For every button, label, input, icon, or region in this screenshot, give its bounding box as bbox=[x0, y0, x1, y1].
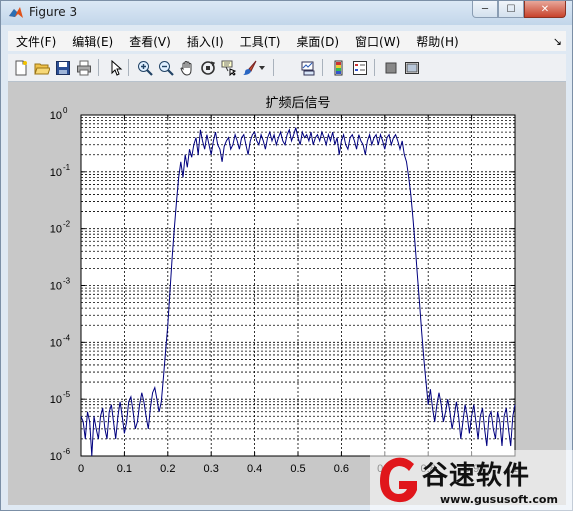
chart-svg: 00.10.20.30.40.50.60.70.80.9110-610-510-… bbox=[50, 96, 518, 475]
x-tick-label: 0.3 bbox=[204, 463, 219, 475]
y-tick-label-exponent: -4 bbox=[63, 333, 71, 342]
figure-canvas: 00.10.20.30.40.50.60.70.80.9110-610-510-… bbox=[8, 82, 566, 505]
toolbar-separator bbox=[374, 59, 375, 76]
x-tick-label: 0.1 bbox=[117, 463, 132, 475]
pan-hand-icon[interactable] bbox=[177, 58, 196, 77]
y-tick-label-exponent: -6 bbox=[63, 447, 71, 456]
menu-file[interactable]: 文件(F) bbox=[8, 33, 64, 50]
y-tick-label-base: 10 bbox=[50, 110, 62, 122]
menu-bar: 文件(F) 编辑(E) 查看(V) 插入(I) 工具(T) 桌面(D) 窗口(W… bbox=[8, 31, 566, 51]
menu-edit[interactable]: 编辑(E) bbox=[64, 33, 121, 50]
menu-overflow-icon[interactable]: ↘ bbox=[553, 35, 562, 48]
print-icon[interactable] bbox=[74, 58, 93, 77]
data-cursor-icon[interactable] bbox=[219, 58, 238, 77]
toolbar-separator bbox=[273, 59, 274, 76]
window-title: Figure 3 bbox=[29, 5, 78, 19]
y-tick-label-exponent: -1 bbox=[63, 163, 71, 172]
watermark-url: www.gususoft.com bbox=[440, 493, 558, 506]
menu-insert[interactable]: 插入(I) bbox=[179, 33, 232, 50]
pointer-icon[interactable] bbox=[105, 58, 124, 77]
watermark-logo-icon bbox=[380, 457, 417, 503]
minimize-button[interactable]: ─ bbox=[472, 1, 498, 18]
hide-plot-tools-icon[interactable] bbox=[381, 58, 400, 77]
toolbar-separator bbox=[322, 59, 323, 76]
zoom-in-icon[interactable] bbox=[135, 58, 154, 77]
maximize-button[interactable]: ☐ bbox=[498, 1, 524, 18]
x-tick-label: 0.4 bbox=[247, 463, 262, 475]
figure-window: Figure 3 ─ ☐ ✕ 文件(F) 编辑(E) 查看(V) 插入(I) 工… bbox=[0, 0, 573, 511]
save-icon[interactable] bbox=[53, 58, 72, 77]
legend-icon[interactable] bbox=[350, 58, 369, 77]
y-tick-label-base: 10 bbox=[50, 451, 62, 463]
zoom-out-icon[interactable] bbox=[156, 58, 175, 77]
colorbar-icon[interactable] bbox=[329, 58, 348, 77]
menu-help[interactable]: 帮助(H) bbox=[408, 33, 466, 50]
new-figure-icon[interactable] bbox=[11, 58, 30, 77]
menu-tools[interactable]: 工具(T) bbox=[232, 33, 289, 50]
x-tick-label: 0.6 bbox=[334, 463, 349, 475]
brush-dropdown-icon[interactable] bbox=[257, 58, 267, 77]
y-tick-label-base: 10 bbox=[50, 281, 62, 293]
menu-view[interactable]: 查看(V) bbox=[121, 33, 179, 50]
x-tick-label: 0.5 bbox=[290, 463, 305, 475]
y-tick-label-exponent: -2 bbox=[63, 220, 71, 229]
title-bar[interactable]: Figure 3 ─ ☐ ✕ bbox=[1, 1, 572, 25]
rotate-3d-icon[interactable] bbox=[198, 58, 217, 77]
chart-title: 扩频后信号 bbox=[265, 96, 330, 111]
y-tick-label-exponent: 0 bbox=[63, 106, 68, 115]
matlab-app-icon bbox=[8, 5, 24, 21]
link-plot-icon[interactable] bbox=[298, 58, 317, 77]
menu-desktop[interactable]: 桌面(D) bbox=[288, 33, 347, 50]
show-plot-tools-icon[interactable] bbox=[402, 58, 421, 77]
y-tick-label-base: 10 bbox=[50, 167, 62, 179]
open-file-icon[interactable] bbox=[32, 58, 51, 77]
figure-toolbar bbox=[8, 54, 566, 82]
toolbar-separator bbox=[98, 59, 99, 76]
x-tick-label: 0 bbox=[78, 463, 84, 475]
watermark-brand: 谷速软件 bbox=[422, 461, 531, 491]
x-tick-label: 0.2 bbox=[160, 463, 175, 475]
y-tick-label-exponent: -5 bbox=[63, 390, 71, 399]
y-tick-label-base: 10 bbox=[50, 394, 62, 406]
menu-window[interactable]: 窗口(W) bbox=[347, 33, 408, 50]
y-tick-label-exponent: -3 bbox=[63, 277, 71, 286]
toolbar-separator bbox=[128, 59, 129, 76]
y-tick-label-base: 10 bbox=[50, 337, 62, 349]
y-tick-label-base: 10 bbox=[50, 224, 62, 236]
close-button[interactable]: ✕ bbox=[524, 1, 566, 18]
site-watermark: 谷速软件 www.gususoft.com bbox=[370, 450, 573, 511]
